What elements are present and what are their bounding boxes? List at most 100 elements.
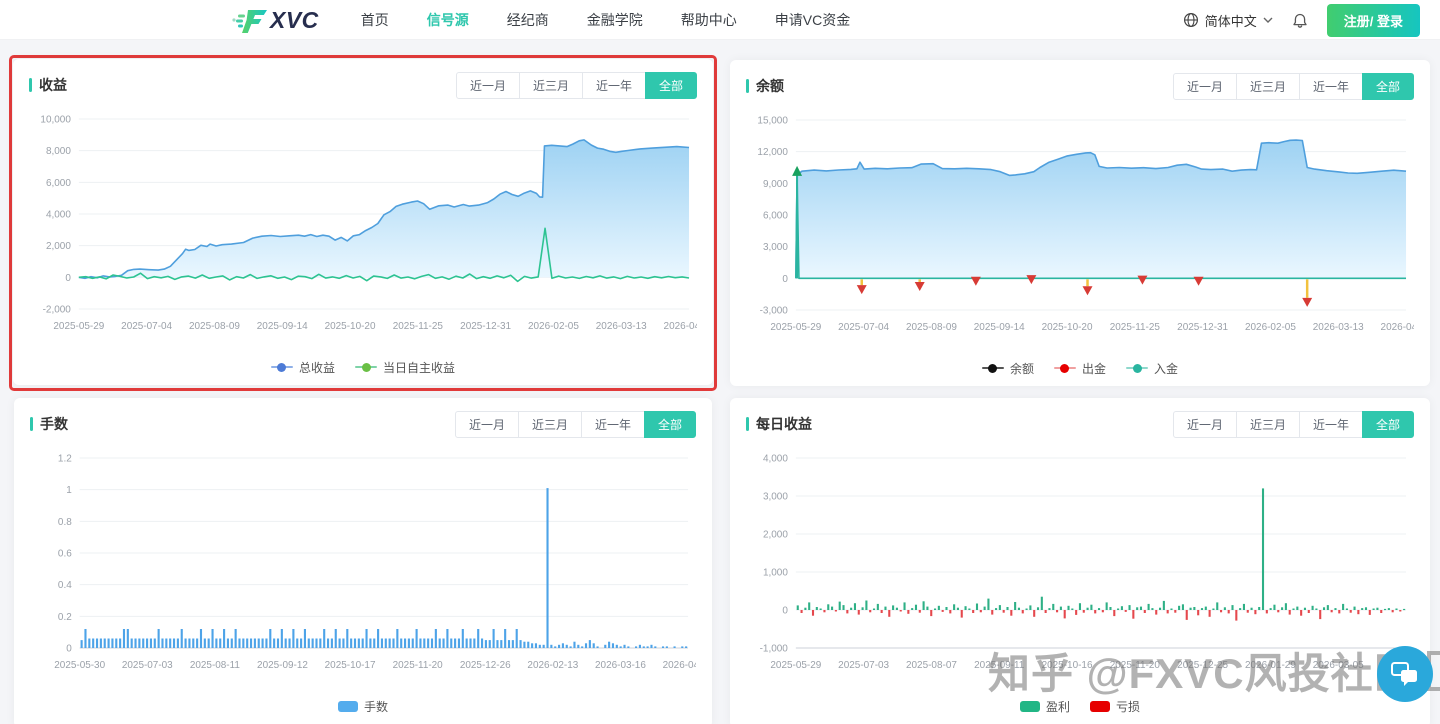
svg-text:2025-10-16: 2025-10-16 <box>1042 660 1093 671</box>
filter-all[interactable]: 全部 <box>645 72 697 99</box>
legend-item[interactable]: 余额 <box>982 360 1034 377</box>
filter-all[interactable]: 全部 <box>1362 411 1414 438</box>
svg-text:0: 0 <box>65 273 71 284</box>
range-filter-group: 近一月 近三月 近一年 全部 <box>456 411 696 438</box>
filter-3m[interactable]: 近三月 <box>518 411 582 438</box>
svg-text:2025-07-03: 2025-07-03 <box>838 660 889 671</box>
filter-all[interactable]: 全部 <box>644 411 696 438</box>
panel-lots: 手数 近一月 近三月 近一年 全部 00.20.40.60.811.22025-… <box>14 398 712 724</box>
filter-1m[interactable]: 近一月 <box>1173 73 1237 100</box>
legend-item[interactable]: 入金 <box>1126 360 1178 377</box>
panel-title: 余额 <box>746 76 784 96</box>
logo-text: XVC <box>270 7 319 34</box>
filter-1y[interactable]: 近一年 <box>1299 411 1363 438</box>
menu-item-academy[interactable]: 金融学院 <box>587 10 643 30</box>
title-bar-accent <box>746 79 749 93</box>
legend-item[interactable]: 当日自主收益 <box>355 359 455 376</box>
svg-text:2,000: 2,000 <box>763 529 788 540</box>
top-nav: XVC 首页 信号源 经纪商 金融学院 帮助中心 申请VC资金 简体中文 <box>0 0 1440 40</box>
register-login-button[interactable]: 注册/ 登录 <box>1327 4 1420 37</box>
filter-1y[interactable]: 近一年 <box>581 411 645 438</box>
notification-bell-icon[interactable] <box>1291 12 1309 29</box>
svg-text:2025-12-31: 2025-12-31 <box>1177 322 1228 333</box>
range-filter-group: 近一月 近三月 近一年 全部 <box>1174 73 1414 100</box>
svg-text:2026-01-29: 2026-01-29 <box>1245 660 1296 671</box>
svg-text:1: 1 <box>66 485 72 496</box>
legend-item[interactable]: 出金 <box>1054 360 1106 377</box>
svg-text:2025-05-29: 2025-05-29 <box>770 660 821 671</box>
balance-chart[interactable]: -3,00003,0006,0009,00012,00015,0002025-0… <box>746 106 1414 356</box>
daily-profit-chart-legend: 盈利 亏损 <box>746 696 1414 716</box>
svg-text:0.4: 0.4 <box>58 580 72 591</box>
menu-item-home[interactable]: 首页 <box>361 10 389 30</box>
dashboard-grid: 收益 近一月 近三月 近一年 全部 -2,00002,0004,0006,000… <box>0 40 1440 724</box>
legend-item[interactable]: 亏损 <box>1090 698 1140 715</box>
svg-text:2025-09-14: 2025-09-14 <box>974 322 1025 333</box>
menu-item-signals[interactable]: 信号源 <box>427 10 469 30</box>
panel-title: 收益 <box>29 75 67 95</box>
range-filter-group: 近一月 近三月 近一年 全部 <box>1174 411 1414 438</box>
svg-text:2025-10-20: 2025-10-20 <box>1042 322 1093 333</box>
svg-text:12,000: 12,000 <box>757 147 788 158</box>
chat-widget-button[interactable] <box>1377 646 1433 702</box>
main-menu: 首页 信号源 经纪商 金融学院 帮助中心 申请VC资金 <box>361 10 850 30</box>
daily-profit-chart[interactable]: -1,00001,0002,0003,0004,0002025-05-29202… <box>746 444 1414 694</box>
svg-text:2026-02-05: 2026-02-05 <box>1245 322 1296 333</box>
svg-text:3,000: 3,000 <box>763 491 788 502</box>
filter-3m[interactable]: 近三月 <box>1236 73 1300 100</box>
svg-text:2025-10-20: 2025-10-20 <box>325 321 376 332</box>
svg-text:2025-10-17: 2025-10-17 <box>325 660 376 671</box>
svg-text:1.2: 1.2 <box>58 453 72 464</box>
svg-text:2,000: 2,000 <box>46 241 71 252</box>
profit-chart[interactable]: -2,00002,0004,0006,0008,00010,0002025-05… <box>29 105 697 355</box>
svg-text:2025-07-04: 2025-07-04 <box>838 322 889 333</box>
language-label: 简体中文 <box>1205 11 1257 30</box>
highlight-box: 收益 近一月 近三月 近一年 全部 -2,00002,0004,0006,000… <box>9 55 717 391</box>
title-bar-accent <box>29 78 32 92</box>
lots-chart-legend: 手数 <box>30 696 696 716</box>
filter-all[interactable]: 全部 <box>1362 73 1414 100</box>
svg-text:2025-12-31: 2025-12-31 <box>460 321 511 332</box>
menu-item-apply-funds[interactable]: 申请VC资金 <box>775 10 850 30</box>
svg-text:10,000: 10,000 <box>40 114 71 125</box>
legend-item[interactable]: 总收益 <box>271 359 335 376</box>
menu-item-brokers[interactable]: 经纪商 <box>507 10 549 30</box>
filter-1y[interactable]: 近一年 <box>1299 73 1363 100</box>
lots-chart[interactable]: 00.20.40.60.811.22025-05-302025-07-03202… <box>30 444 696 694</box>
menu-item-help[interactable]: 帮助中心 <box>681 10 737 30</box>
filter-3m[interactable]: 近三月 <box>1236 411 1300 438</box>
svg-text:2025-11-20: 2025-11-20 <box>393 660 444 671</box>
filter-1m[interactable]: 近一月 <box>455 411 519 438</box>
svg-text:3,000: 3,000 <box>763 242 788 253</box>
svg-text:2025-12-25: 2025-12-25 <box>1177 660 1228 671</box>
panel-balance: 余额 近一月 近三月 近一年 全部 -3,00003,0006,0009,000… <box>730 60 1430 386</box>
filter-1m[interactable]: 近一月 <box>456 72 520 99</box>
profit-chart-legend: 总收益 当日自主收益 <box>29 357 697 377</box>
globe-icon <box>1183 12 1199 28</box>
panel-title: 手数 <box>30 414 68 434</box>
panel-daily-profit: 每日收益 近一月 近三月 近一年 全部 -1,00001,0002,0003,0… <box>730 398 1430 724</box>
svg-text:4,000: 4,000 <box>46 209 71 220</box>
svg-text:0: 0 <box>66 643 72 654</box>
filter-1y[interactable]: 近一年 <box>582 72 646 99</box>
title-bar-accent <box>746 417 749 431</box>
legend-item[interactable]: 手数 <box>338 698 388 715</box>
svg-text:2025-05-30: 2025-05-30 <box>54 660 105 671</box>
svg-text:6,000: 6,000 <box>46 178 71 189</box>
svg-text:2025-07-04: 2025-07-04 <box>121 321 172 332</box>
balance-chart-legend: 余额 出金 入金 <box>746 358 1414 378</box>
filter-3m[interactable]: 近三月 <box>519 72 583 99</box>
logo[interactable]: XVC <box>232 6 319 34</box>
svg-text:2025-11-25: 2025-11-25 <box>393 321 444 332</box>
svg-text:0.2: 0.2 <box>58 612 72 623</box>
language-selector[interactable]: 简体中文 <box>1183 11 1273 30</box>
svg-text:2025-09-12: 2025-09-12 <box>257 660 308 671</box>
svg-text:-1,000: -1,000 <box>760 643 789 654</box>
logo-f-icon <box>232 6 268 34</box>
svg-text:0: 0 <box>782 274 788 285</box>
panel-title: 每日收益 <box>746 414 812 434</box>
filter-1m[interactable]: 近一月 <box>1173 411 1237 438</box>
range-filter-group: 近一月 近三月 近一年 全部 <box>457 72 697 99</box>
svg-text:15,000: 15,000 <box>757 115 788 126</box>
legend-item[interactable]: 盈利 <box>1020 698 1070 715</box>
